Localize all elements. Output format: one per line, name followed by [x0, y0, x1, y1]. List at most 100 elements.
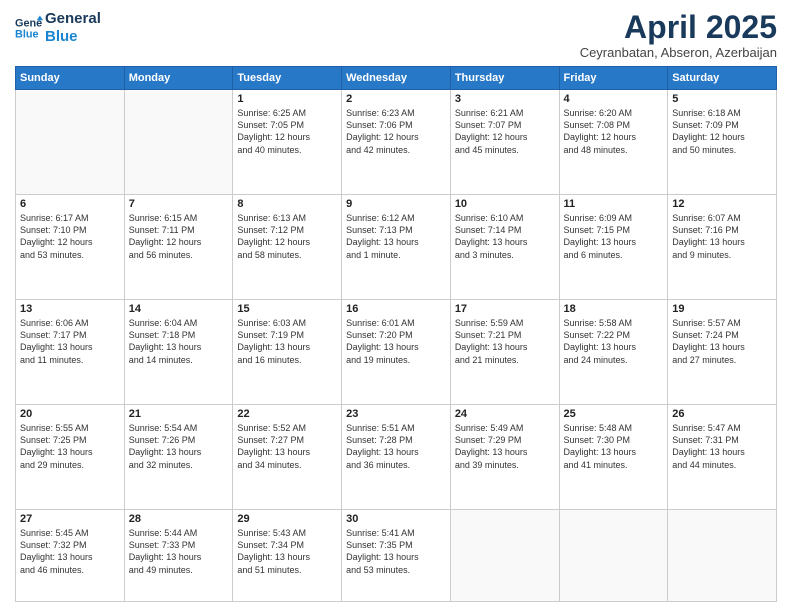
day-number: 24: [455, 408, 555, 420]
calendar-cell: 23 Sunrise: 5:51 AM Sunset: 7:28 PM Dayli…: [342, 405, 451, 510]
day-number: 25: [564, 408, 664, 420]
calendar-cell: 6Sunrise: 6:17 AM Sunset: 7:10 PM Daylig…: [16, 195, 125, 300]
logo-icon: General Blue: [15, 14, 43, 42]
calendar-cell: 15Sunrise: 6:03 AM Sunset: 7:19 PM Dayli…: [233, 300, 342, 405]
day-number: 10: [455, 198, 555, 210]
day-info: Sunrise: 5:52 AM Sunset: 7:27 PM Dayligh…: [237, 422, 337, 471]
calendar-cell: [559, 510, 668, 602]
day-info: Sunrise: 6:01 AM Sunset: 7:20 PM Dayligh…: [346, 317, 446, 366]
day-number: 20: [20, 408, 120, 420]
day-info: Sunrise: 5:43 AM Sunset: 7:34 PM Dayligh…: [237, 527, 337, 576]
day-number: 16: [346, 303, 446, 315]
day-info: Sunrise: 6:20 AM Sunset: 7:08 PM Dayligh…: [564, 107, 664, 156]
page: General Blue General Blue April 2025 Cey…: [0, 0, 792, 612]
day-info: Sunrise: 6:04 AM Sunset: 7:18 PM Dayligh…: [129, 317, 229, 366]
day-number: 29: [237, 513, 337, 525]
calendar-cell: 10 Sunrise: 6:10 AM Sunset: 7:14 PM Dayli…: [450, 195, 559, 300]
svg-text:Blue: Blue: [15, 28, 39, 40]
day-info: Sunrise: 6:25 AM Sunset: 7:05 PM Dayligh…: [237, 107, 337, 156]
day-info: Sunrise: 6:10 AM Sunset: 7:14 PM Dayligh…: [455, 212, 555, 261]
day-info: Sunrise: 5:44 AM Sunset: 7:33 PM Dayligh…: [129, 527, 229, 576]
day-info: Sunrise: 5:49 AM Sunset: 7:29 PM Dayligh…: [455, 422, 555, 471]
calendar-cell: 4 Sunrise: 6:20 AM Sunset: 7:08 PM Daylig…: [559, 90, 668, 195]
day-info: Sunrise: 5:51 AM Sunset: 7:28 PM Dayligh…: [346, 422, 446, 471]
calendar-header-row: SundayMondayTuesdayWednesdayThursdayFrid…: [16, 67, 777, 90]
calendar-cell: 8Sunrise: 6:13 AM Sunset: 7:12 PM Daylig…: [233, 195, 342, 300]
day-info: Sunrise: 5:48 AM Sunset: 7:30 PM Dayligh…: [564, 422, 664, 471]
day-number: 21: [129, 408, 229, 420]
calendar-week-row: 6Sunrise: 6:17 AM Sunset: 7:10 PM Daylig…: [16, 195, 777, 300]
calendar-cell: [668, 510, 777, 602]
calendar-week-row: 13Sunrise: 6:06 AM Sunset: 7:17 PM Dayli…: [16, 300, 777, 405]
day-info: Sunrise: 6:13 AM Sunset: 7:12 PM Dayligh…: [237, 212, 337, 261]
calendar-cell: 12 Sunrise: 6:07 AM Sunset: 7:16 PM Dayli…: [668, 195, 777, 300]
calendar-week-row: 1 Sunrise: 6:25 AM Sunset: 7:05 PM Daylig…: [16, 90, 777, 195]
day-number: 4: [564, 93, 664, 105]
calendar-cell: 7Sunrise: 6:15 AM Sunset: 7:11 PM Daylig…: [124, 195, 233, 300]
logo-blue: Blue: [45, 28, 101, 46]
day-number: 13: [20, 303, 120, 315]
calendar-cell: 20 Sunrise: 5:55 AM Sunset: 7:25 PM Dayli…: [16, 405, 125, 510]
day-number: 30: [346, 513, 446, 525]
calendar-cell: [124, 90, 233, 195]
logo-general: General: [45, 10, 101, 28]
day-number: 18: [564, 303, 664, 315]
calendar-cell: 22 Sunrise: 5:52 AM Sunset: 7:27 PM Dayli…: [233, 405, 342, 510]
day-number: 5: [672, 93, 772, 105]
day-info: Sunrise: 5:45 AM Sunset: 7:32 PM Dayligh…: [20, 527, 120, 576]
calendar-cell: 13Sunrise: 6:06 AM Sunset: 7:17 PM Dayli…: [16, 300, 125, 405]
day-number: 9: [346, 198, 446, 210]
calendar-cell: 18 Sunrise: 5:58 AM Sunset: 7:22 PM Dayli…: [559, 300, 668, 405]
calendar-cell: 11 Sunrise: 6:09 AM Sunset: 7:15 PM Dayli…: [559, 195, 668, 300]
calendar-cell: 2 Sunrise: 6:23 AM Sunset: 7:06 PM Daylig…: [342, 90, 451, 195]
location: Ceyranbatan, Abseron, Azerbaijan: [580, 45, 777, 60]
calendar-cell: 3Sunrise: 6:21 AM Sunset: 7:07 PM Daylig…: [450, 90, 559, 195]
day-number: 26: [672, 408, 772, 420]
calendar-cell: 29 Sunrise: 5:43 AM Sunset: 7:34 PM Dayli…: [233, 510, 342, 602]
weekday-header: Wednesday: [342, 67, 451, 90]
day-number: 11: [564, 198, 664, 210]
calendar-cell: 25 Sunrise: 5:48 AM Sunset: 7:30 PM Dayli…: [559, 405, 668, 510]
day-number: 2: [346, 93, 446, 105]
day-info: Sunrise: 5:57 AM Sunset: 7:24 PM Dayligh…: [672, 317, 772, 366]
weekday-header: Monday: [124, 67, 233, 90]
day-info: Sunrise: 6:23 AM Sunset: 7:06 PM Dayligh…: [346, 107, 446, 156]
day-info: Sunrise: 5:59 AM Sunset: 7:21 PM Dayligh…: [455, 317, 555, 366]
day-info: Sunrise: 5:55 AM Sunset: 7:25 PM Dayligh…: [20, 422, 120, 471]
day-info: Sunrise: 6:12 AM Sunset: 7:13 PM Dayligh…: [346, 212, 446, 261]
calendar-cell: 21Sunrise: 5:54 AM Sunset: 7:26 PM Dayli…: [124, 405, 233, 510]
day-info: Sunrise: 6:21 AM Sunset: 7:07 PM Dayligh…: [455, 107, 555, 156]
day-number: 19: [672, 303, 772, 315]
day-number: 17: [455, 303, 555, 315]
day-number: 23: [346, 408, 446, 420]
day-number: 22: [237, 408, 337, 420]
calendar-cell: 1 Sunrise: 6:25 AM Sunset: 7:05 PM Daylig…: [233, 90, 342, 195]
day-number: 27: [20, 513, 120, 525]
day-info: Sunrise: 6:09 AM Sunset: 7:15 PM Dayligh…: [564, 212, 664, 261]
calendar-cell: [450, 510, 559, 602]
day-info: Sunrise: 6:18 AM Sunset: 7:09 PM Dayligh…: [672, 107, 772, 156]
calendar-cell: [16, 90, 125, 195]
day-info: Sunrise: 6:07 AM Sunset: 7:16 PM Dayligh…: [672, 212, 772, 261]
day-number: 12: [672, 198, 772, 210]
month-title: April 2025: [580, 10, 777, 45]
weekday-header: Saturday: [668, 67, 777, 90]
calendar-cell: 28Sunrise: 5:44 AM Sunset: 7:33 PM Dayli…: [124, 510, 233, 602]
weekday-header: Thursday: [450, 67, 559, 90]
day-info: Sunrise: 6:17 AM Sunset: 7:10 PM Dayligh…: [20, 212, 120, 261]
day-info: Sunrise: 6:03 AM Sunset: 7:19 PM Dayligh…: [237, 317, 337, 366]
day-info: Sunrise: 5:47 AM Sunset: 7:31 PM Dayligh…: [672, 422, 772, 471]
weekday-header: Sunday: [16, 67, 125, 90]
day-info: Sunrise: 5:41 AM Sunset: 7:35 PM Dayligh…: [346, 527, 446, 576]
calendar-cell: 14Sunrise: 6:04 AM Sunset: 7:18 PM Dayli…: [124, 300, 233, 405]
calendar-week-row: 20 Sunrise: 5:55 AM Sunset: 7:25 PM Dayli…: [16, 405, 777, 510]
header: General Blue General Blue April 2025 Cey…: [15, 10, 777, 60]
day-info: Sunrise: 5:58 AM Sunset: 7:22 PM Dayligh…: [564, 317, 664, 366]
weekday-header: Tuesday: [233, 67, 342, 90]
day-number: 7: [129, 198, 229, 210]
calendar-cell: 9 Sunrise: 6:12 AM Sunset: 7:13 PM Daylig…: [342, 195, 451, 300]
calendar-cell: 5 Sunrise: 6:18 AM Sunset: 7:09 PM Daylig…: [668, 90, 777, 195]
day-number: 1: [237, 93, 337, 105]
calendar-cell: 19 Sunrise: 5:57 AM Sunset: 7:24 PM Dayli…: [668, 300, 777, 405]
calendar-table: SundayMondayTuesdayWednesdayThursdayFrid…: [15, 66, 777, 602]
